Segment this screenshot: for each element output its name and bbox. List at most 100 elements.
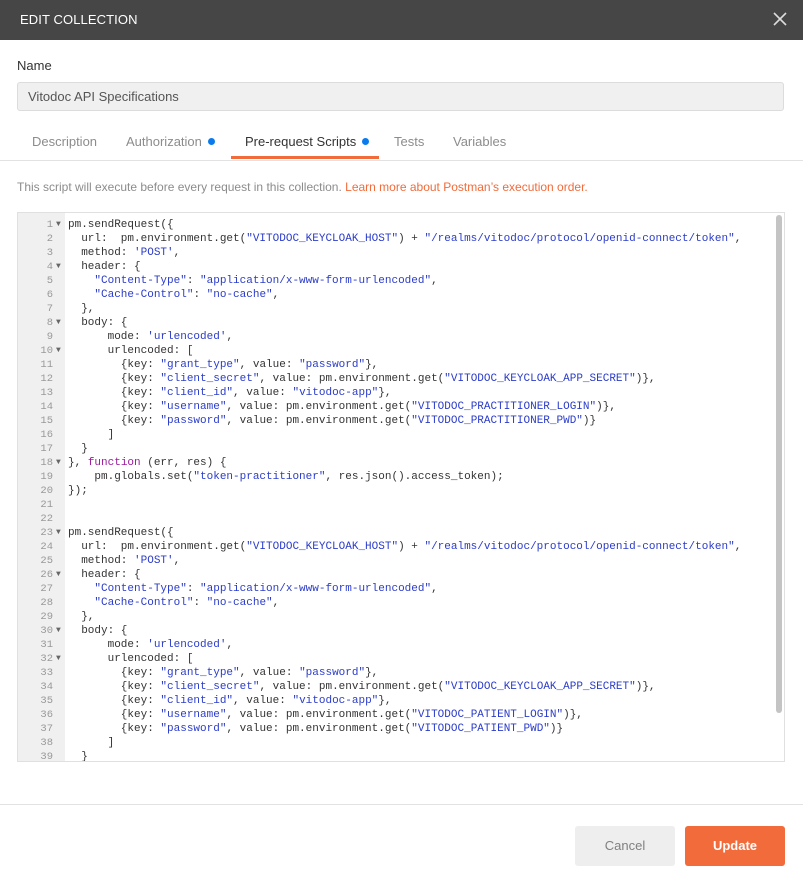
fold-caret-icon[interactable]: ▼ — [56, 218, 61, 232]
code-line[interactable]: 11 {key: "grant_type", value: "password"… — [18, 358, 778, 372]
code-text: body: { — [68, 625, 128, 637]
tab-authorization[interactable]: Authorization — [126, 128, 215, 160]
code-line[interactable]: 27 "Content-Type": "application/x-www-fo… — [18, 582, 778, 596]
code-line[interactable]: 12 {key: "client_secret", value: pm.envi… — [18, 372, 778, 386]
code-text: pm.sendRequest({ — [68, 527, 174, 539]
close-icon[interactable] — [771, 10, 789, 28]
code-line[interactable]: 31 mode: 'urlencoded', — [18, 638, 778, 652]
line-number: 11 — [40, 359, 53, 371]
editor-scrollbar[interactable] — [776, 215, 782, 713]
tab-label: Authorization — [126, 134, 202, 149]
code-line[interactable]: 21 — [18, 498, 778, 512]
code-line[interactable]: 22 — [18, 512, 778, 526]
tab-label: Description — [32, 134, 98, 149]
dialog-title: EDIT COLLECTION — [20, 12, 138, 27]
code-line[interactable]: 26 ▼ header: { — [18, 568, 778, 582]
fold-caret-icon[interactable]: ▼ — [56, 526, 61, 540]
code-line[interactable]: 2 url: pm.environment.get("VITODOC_KEYCL… — [18, 232, 778, 246]
code-line[interactable]: 17 } — [18, 442, 778, 456]
code-line[interactable]: 14 {key: "username", value: pm.environme… — [18, 400, 778, 414]
line-number: 39 — [40, 751, 53, 762]
code-line[interactable]: 10 ▼ urlencoded: [ — [18, 344, 778, 358]
tab-tests[interactable]: Tests — [394, 128, 424, 160]
fold-caret-icon[interactable]: ▼ — [56, 344, 61, 358]
code-line[interactable]: 7 }, — [18, 302, 778, 316]
code-line[interactable]: 5 "Content-Type": "application/x-www-for… — [18, 274, 778, 288]
code-text: pm.globals.set("token-practitioner", res… — [68, 471, 504, 483]
line-number: 36 — [40, 709, 53, 721]
line-number: 6 — [46, 289, 53, 301]
code-text: {key: "password", value: pm.environment.… — [68, 723, 564, 735]
code-line[interactable]: 35 {key: "client_id", value: "vitodoc-ap… — [18, 694, 778, 708]
fold-caret-icon[interactable]: ▼ — [56, 456, 61, 470]
tab-variables[interactable]: Variables — [453, 128, 506, 160]
code-text: } — [68, 443, 88, 455]
line-number: 28 — [40, 597, 53, 609]
code-line[interactable]: 18 ▼}, function (err, res) { — [18, 456, 778, 470]
code-line[interactable]: 37 {key: "password", value: pm.environme… — [18, 722, 778, 736]
code-line[interactable]: 38 ] — [18, 736, 778, 750]
code-line[interactable]: 13 {key: "client_id", value: "vitodoc-ap… — [18, 386, 778, 400]
code-line[interactable]: 15 {key: "password", value: pm.environme… — [18, 414, 778, 428]
code-text: {key: "client_secret", value: pm.environ… — [68, 681, 656, 693]
code-line[interactable]: 4 ▼ header: { — [18, 260, 778, 274]
line-number: 29 — [40, 611, 53, 623]
tab-label: Tests — [394, 134, 425, 149]
dialog-titlebar: EDIT COLLECTION — [0, 0, 803, 40]
code-line[interactable]: 23 ▼ pm.sendRequest({ — [18, 526, 778, 540]
line-number: 24 — [40, 541, 53, 553]
code-line[interactable]: 30 ▼ body: { — [18, 624, 778, 638]
fold-caret-icon[interactable]: ▼ — [56, 624, 61, 638]
collection-name-input[interactable]: Vitodoc API Specifications — [17, 82, 784, 111]
code-line[interactable]: 6 "Cache-Control": "no-cache", — [18, 288, 778, 302]
code-line[interactable]: 29 }, — [18, 610, 778, 624]
line-number: 25 — [40, 555, 53, 567]
script-info: This script will execute before every re… — [17, 180, 588, 194]
fold-caret-icon[interactable]: ▼ — [56, 568, 61, 582]
name-label: Name — [17, 58, 52, 73]
code-text: urlencoded: [ — [68, 653, 194, 665]
line-number: 15 — [40, 415, 53, 427]
code-line[interactable]: 9 mode: 'urlencoded', — [18, 330, 778, 344]
code-line[interactable]: 16 ] — [18, 428, 778, 442]
active-tab-indicator — [231, 156, 379, 159]
code-text: "Cache-Control": "no-cache", — [94, 289, 280, 301]
code-text: {key: "grant_type", value: "password"}, — [68, 359, 379, 371]
code-line[interactable]: 24 url: pm.environment.get("VITODOC_KEYC… — [18, 540, 778, 554]
fold-caret-icon[interactable]: ▼ — [56, 652, 61, 666]
execution-order-link[interactable]: Learn more about Postman’s execution ord… — [345, 180, 588, 194]
code-line[interactable]: 25 method: 'POST', — [18, 554, 778, 568]
code-line[interactable]: 20}); — [18, 484, 778, 498]
fold-caret-icon[interactable]: ▼ — [56, 316, 61, 330]
code-line[interactable]: 1 ▼ pm.sendRequest({ — [18, 218, 778, 232]
line-number: 9 — [46, 331, 53, 343]
modified-dot-icon — [362, 138, 370, 145]
code-text: method: 'POST', — [68, 247, 181, 259]
line-number: 27 — [40, 583, 53, 595]
script-info-text: This script will execute before every re… — [17, 180, 342, 194]
tab-description[interactable]: Description — [32, 128, 97, 160]
line-number: 13 — [40, 387, 53, 399]
update-button[interactable]: Update — [685, 826, 785, 866]
code-line[interactable]: 3 method: 'POST', — [18, 246, 778, 260]
code-line[interactable]: 39 } — [18, 750, 778, 762]
code-line[interactable]: 33 {key: "grant_type", value: "password"… — [18, 666, 778, 680]
dialog-footer — [0, 804, 803, 892]
code-line[interactable]: 34 {key: "client_secret", value: pm.envi… — [18, 680, 778, 694]
cancel-button[interactable]: Cancel — [575, 826, 675, 866]
line-number: 21 — [40, 499, 53, 511]
line-number: 22 — [40, 513, 53, 525]
line-number: 20 — [40, 485, 53, 497]
code-line[interactable]: 36 {key: "username", value: pm.environme… — [18, 708, 778, 722]
code-line[interactable]: 8 ▼ body: { — [18, 316, 778, 330]
line-number: 18 — [40, 457, 53, 469]
code-text: }); — [68, 485, 88, 497]
script-editor[interactable]: 1 ▼ pm.sendRequest({2 url: pm.environment.… — [17, 212, 785, 762]
code-text: header: { — [68, 261, 141, 273]
fold-caret-icon[interactable]: ▼ — [56, 260, 61, 274]
code-text: {key: "client_id", value: "vitodoc-app"}… — [68, 695, 392, 707]
code-line[interactable]: 19 pm.globals.set("token-practitioner", … — [18, 470, 778, 484]
code-line[interactable]: 32 ▼ urlencoded: [ — [18, 652, 778, 666]
code-line[interactable]: 28 "Cache-Control": "no-cache", — [18, 596, 778, 610]
line-number: 32 — [40, 653, 53, 665]
